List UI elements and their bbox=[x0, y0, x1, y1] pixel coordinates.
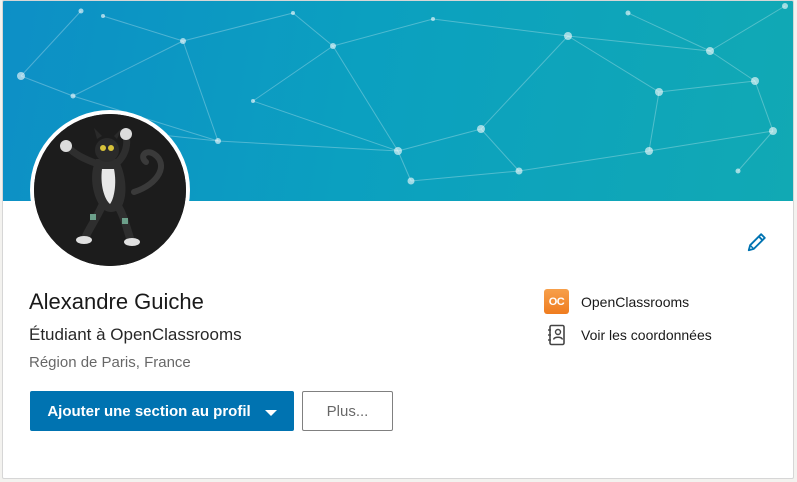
current-company-link[interactable]: OC OpenClassrooms bbox=[544, 289, 689, 314]
caret-down-icon bbox=[264, 409, 277, 416]
contact-info-label: Voir les coordonnées bbox=[581, 326, 712, 343]
contact-info-link[interactable]: Voir les coordonnées bbox=[544, 322, 712, 347]
openclassrooms-logo: OC bbox=[544, 289, 569, 314]
more-button[interactable]: Plus... bbox=[302, 391, 393, 431]
edit-profile-button[interactable] bbox=[744, 229, 770, 255]
openclassrooms-logo-text: OC bbox=[548, 295, 565, 308]
profile-name: Alexandre Guiche bbox=[29, 289, 204, 314]
profile-card: Alexandre Guiche Étudiant à OpenClassroo… bbox=[2, 0, 794, 479]
add-profile-section-button[interactable]: Ajouter une section au profil bbox=[30, 391, 294, 431]
pencil-icon bbox=[747, 233, 766, 252]
add-profile-section-label: Ajouter une section au profil bbox=[47, 402, 251, 420]
cat-character-illustration bbox=[34, 114, 186, 266]
avatar-image bbox=[34, 114, 186, 266]
profile-headline: Étudiant à OpenClassrooms bbox=[29, 325, 242, 344]
current-company-label: OpenClassrooms bbox=[581, 293, 690, 310]
contact-book-icon bbox=[544, 322, 569, 347]
profile-location: Région de Paris, France bbox=[29, 354, 191, 371]
profile-avatar[interactable] bbox=[30, 110, 190, 270]
